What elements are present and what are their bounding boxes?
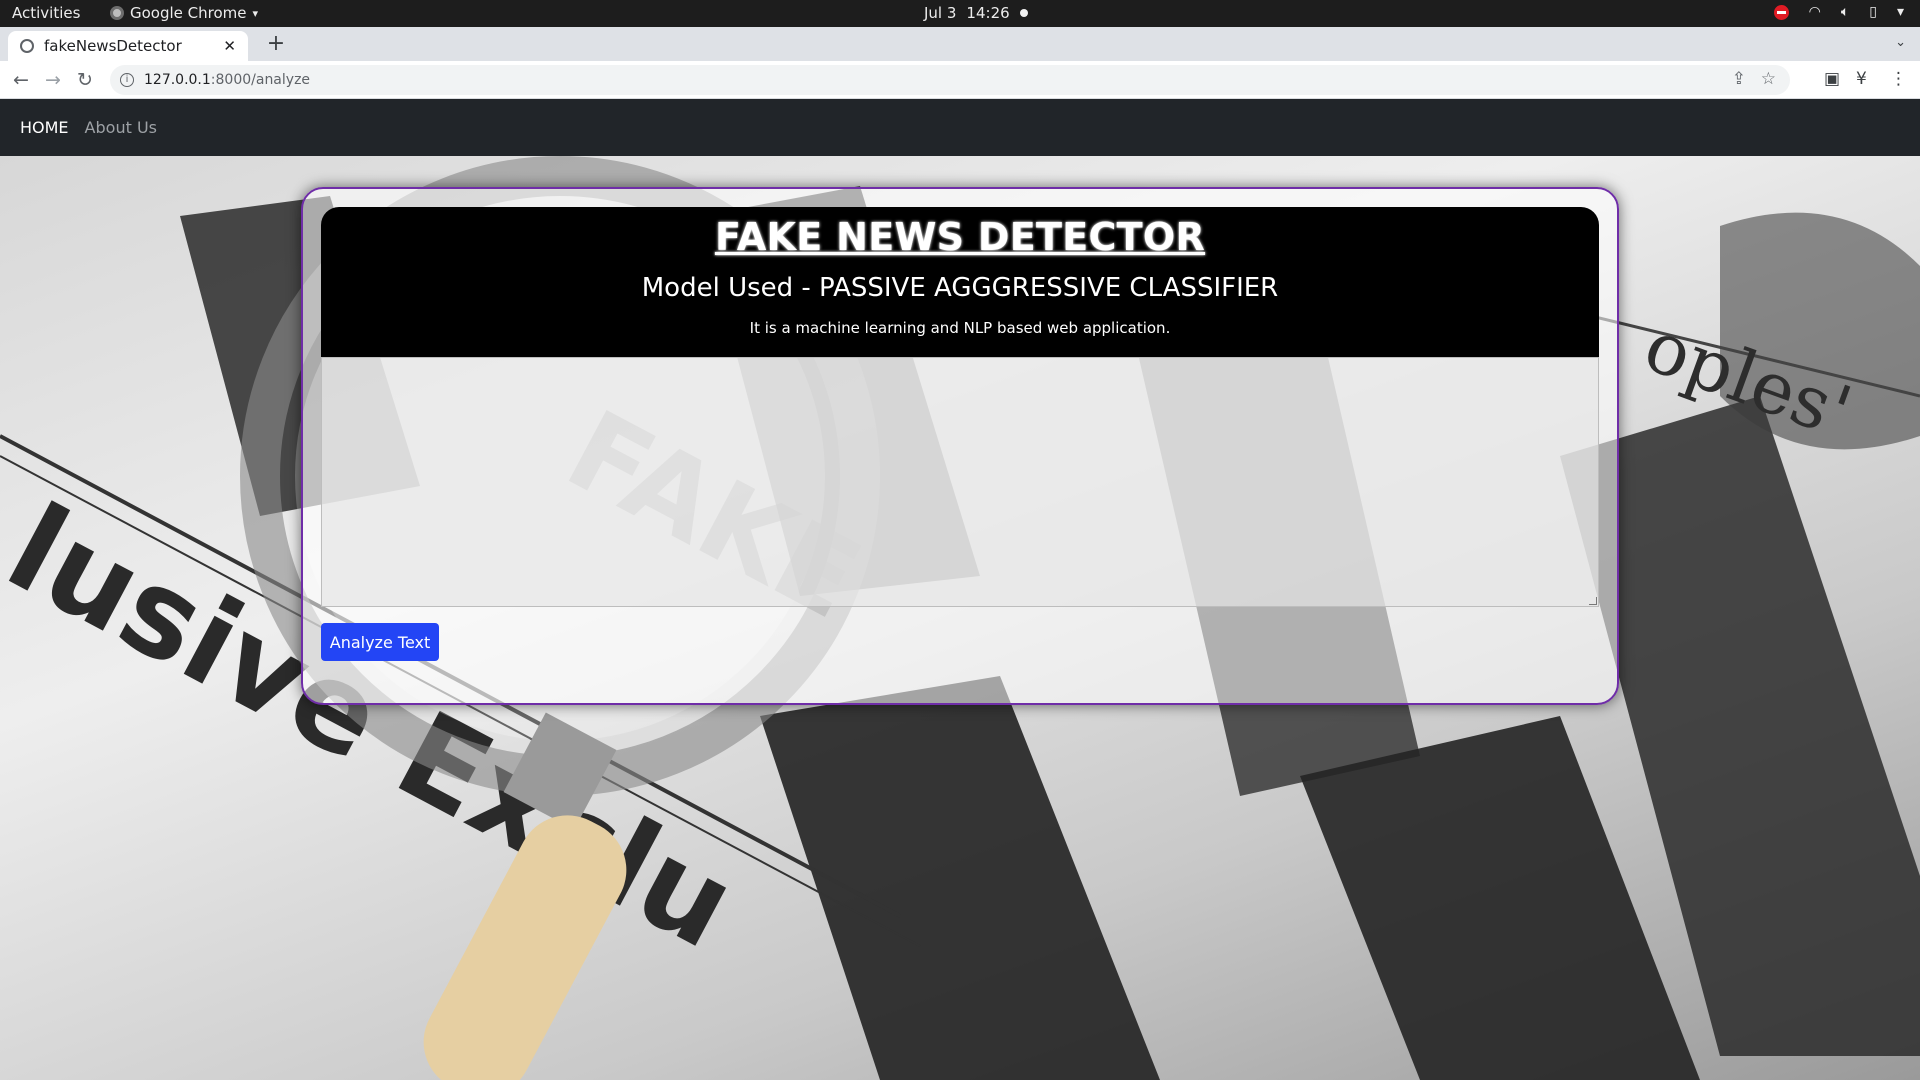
wifi-icon: ◠ bbox=[1808, 4, 1821, 20]
site-navbar: HOME About Us bbox=[0, 99, 1920, 156]
star-icon[interactable]: ☆ bbox=[1761, 69, 1776, 89]
share-icon[interactable]: ⇪ bbox=[1732, 69, 1746, 89]
reload-icon[interactable]: ↻ bbox=[72, 67, 98, 93]
app-description: It is a machine learning and NLP based w… bbox=[749, 319, 1171, 337]
card-header: FAKE NEWS DETECTOR Model Used - PASSIVE … bbox=[321, 207, 1599, 357]
volume-icon: 🔈︎ bbox=[1840, 4, 1850, 20]
extension-icon[interactable]: ¥ bbox=[1856, 69, 1867, 89]
app-menu-label: Google Chrome bbox=[130, 4, 247, 22]
globe-icon bbox=[20, 39, 34, 53]
clock[interactable]: Jul 3 14:26 bbox=[924, 4, 1028, 22]
nav-about-link[interactable]: About Us bbox=[85, 118, 157, 137]
system-top-bar: Activities Google Chrome ▾ Jul 3 14:26 ◠… bbox=[0, 0, 1920, 27]
notification-dot-icon bbox=[1019, 9, 1028, 17]
address-bar[interactable]: i 127.0.0.1 :8000/analyze ⇪ ☆ bbox=[110, 65, 1790, 95]
battery-icon: ▯ bbox=[1869, 4, 1877, 20]
analyzer-card: FAKE NEWS DETECTOR Model Used - PASSIVE … bbox=[301, 187, 1619, 705]
tab-title: fakeNewsDetector bbox=[44, 37, 182, 55]
url-host: 127.0.0.1 bbox=[144, 72, 211, 88]
browser-tab[interactable]: fakeNewsDetector ✕ bbox=[8, 31, 248, 61]
chevron-down-icon: ▾ bbox=[1896, 4, 1904, 20]
tab-strip: fakeNewsDetector ✕ + ⌄ bbox=[0, 27, 1920, 61]
new-tab-button[interactable]: + bbox=[262, 31, 290, 59]
menu-icon[interactable]: ⋮ bbox=[1890, 69, 1907, 89]
news-text-input[interactable] bbox=[321, 357, 1599, 607]
browser-toolbar: ← → ↻ i 127.0.0.1 :8000/analyze ⇪ ☆ ▣ ¥ … bbox=[0, 61, 1920, 99]
clock-date: Jul 3 bbox=[924, 4, 957, 22]
app-menu[interactable]: Google Chrome ▾ bbox=[110, 4, 258, 22]
page-viewport: HOME About Us lusive Exclu oples' FAKE N… bbox=[0, 99, 1920, 1080]
chevron-down-icon: ▾ bbox=[252, 6, 259, 20]
forward-icon[interactable]: → bbox=[40, 67, 66, 93]
model-label: Model Used - PASSIVE AGGGRESSIVE CLASSIF… bbox=[641, 273, 1279, 303]
resize-handle-icon[interactable] bbox=[1589, 597, 1597, 605]
activities-button[interactable]: Activities bbox=[12, 4, 80, 22]
page-title: FAKE NEWS DETECTOR bbox=[714, 215, 1206, 259]
info-icon[interactable]: i bbox=[120, 73, 134, 87]
tab-search-icon[interactable]: ⌄ bbox=[1895, 35, 1906, 50]
sidepanel-icon[interactable]: ▣ bbox=[1824, 69, 1840, 89]
clock-time: 14:26 bbox=[966, 4, 1010, 22]
back-icon[interactable]: ← bbox=[8, 67, 34, 93]
close-icon[interactable]: ✕ bbox=[223, 37, 236, 55]
url-path: :8000/analyze bbox=[210, 72, 311, 88]
do-not-disturb-icon bbox=[1773, 4, 1789, 20]
analyze-text-button[interactable]: Analyze Text bbox=[321, 623, 439, 661]
system-tray[interactable]: ◠ 🔈︎ ▯ ▾ bbox=[1773, 4, 1904, 20]
nav-home-link[interactable]: HOME bbox=[20, 118, 69, 137]
chrome-icon bbox=[110, 6, 124, 20]
